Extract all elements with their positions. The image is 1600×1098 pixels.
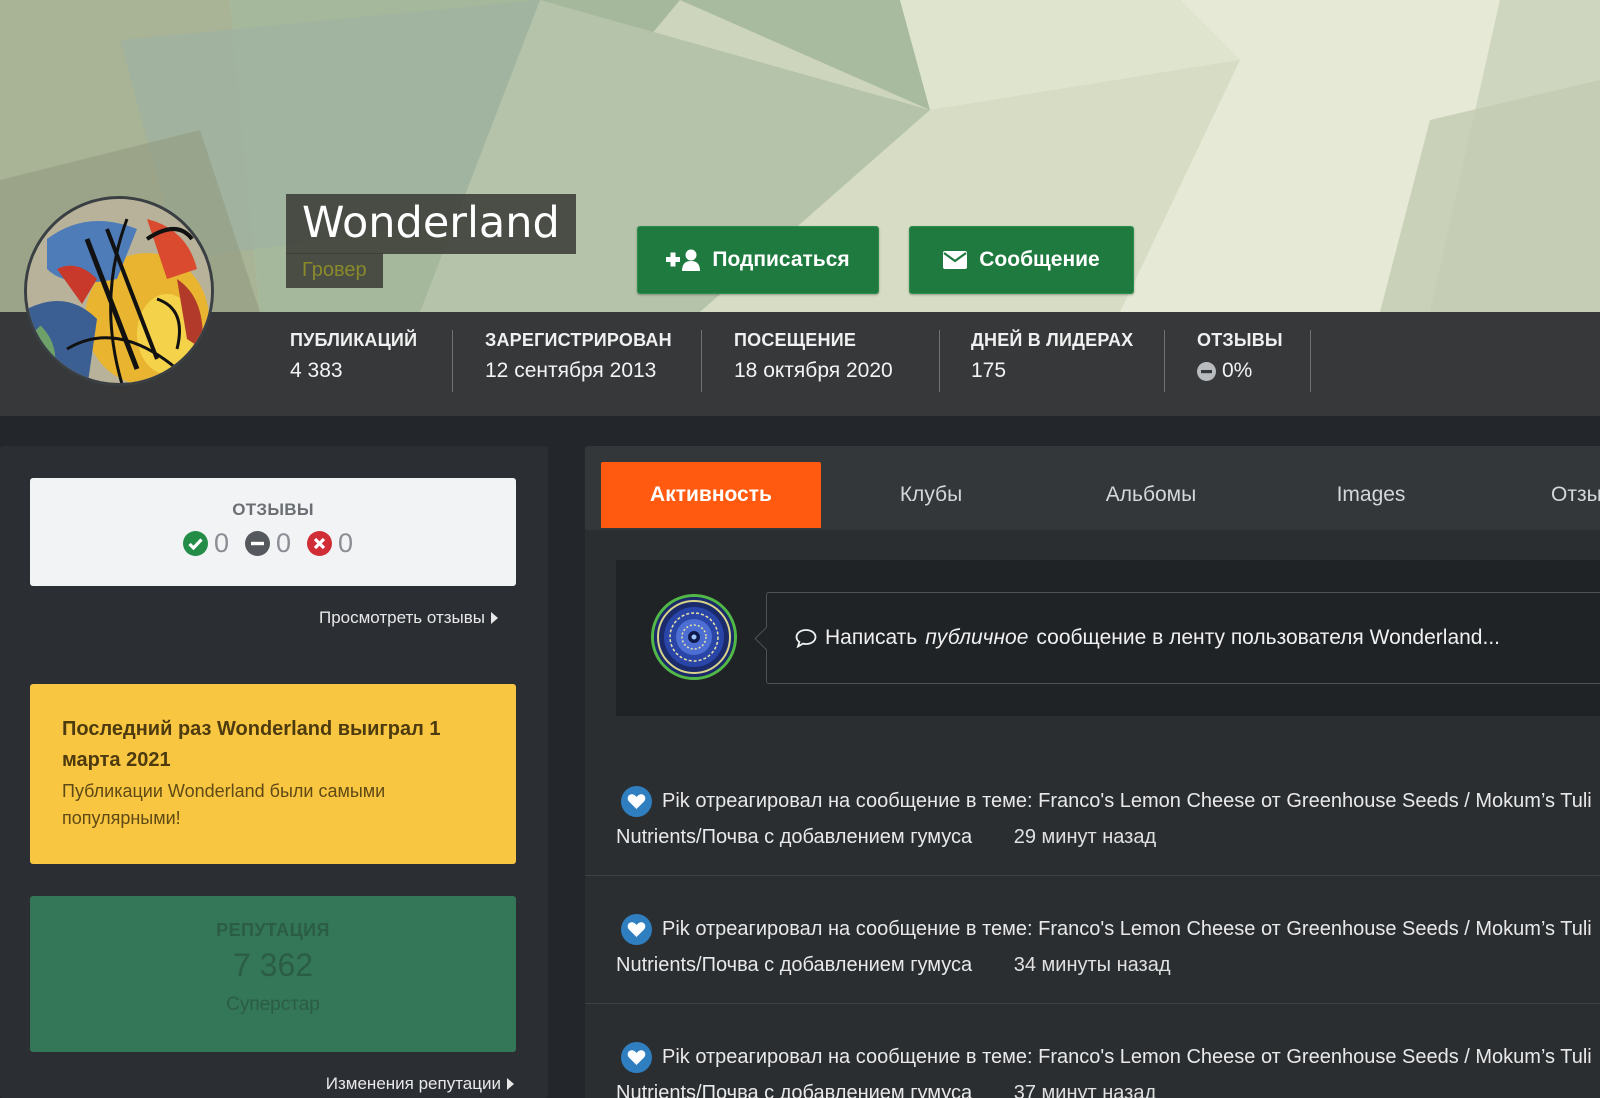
status-input-emphasis: публичное bbox=[925, 626, 1029, 649]
status-composer: Написать публичное сообщение в ленту пол… bbox=[616, 560, 1600, 716]
heart-icon bbox=[621, 1042, 652, 1073]
heart-icon bbox=[621, 786, 652, 817]
stat-feedback-label: ОТЗЫВЫ bbox=[1197, 330, 1283, 350]
stat-divider bbox=[701, 330, 702, 392]
feedback-title: ОТЗЫВЫ bbox=[232, 500, 314, 519]
feedback-counts: 0 0 0 bbox=[30, 528, 516, 559]
message-button[interactable]: Сообщение bbox=[909, 226, 1134, 294]
stat-posts-value: 4 383 bbox=[290, 359, 343, 382]
feedback-positive-count: 0 bbox=[213, 528, 229, 558]
stat-leader-days-value: 175 bbox=[971, 359, 1007, 382]
stat-last-visit-label: ПОСЕЩЕНИЕ bbox=[734, 330, 857, 350]
activity-text[interactable]: Pik отреагировал на сообщение в теме: Fr… bbox=[662, 1046, 1592, 1069]
reputation-card: РЕПУТАЦИЯ 7 362 Суперстар bbox=[30, 896, 516, 1052]
profile-tabs: Активность Клубы Альбомы Images Отзы bbox=[585, 446, 1600, 530]
follow-button-label: Подписаться bbox=[712, 248, 850, 271]
status-input-suffix: сообщение в ленту пользователя Wonderlan… bbox=[1036, 626, 1500, 649]
minus-circle-icon bbox=[244, 531, 270, 556]
profile-avatar[interactable] bbox=[24, 196, 214, 386]
check-circle-icon bbox=[182, 531, 208, 556]
stat-posts: ПУБЛИКАЦИЙ 4 383 bbox=[290, 330, 417, 394]
stat-feedback-value: 0% bbox=[1222, 359, 1253, 382]
stat-divider bbox=[939, 330, 940, 392]
profile-stats-bar: ПУБЛИКАЦИЙ 4 383 ЗАРЕГИСТРИРОВАН 12 сент… bbox=[0, 312, 1600, 416]
activity-time: 34 минуты назад bbox=[1013, 954, 1171, 976]
reputation-value: 7 362 bbox=[232, 947, 314, 983]
tab-clubs[interactable]: Клубы bbox=[821, 462, 1041, 528]
user-plus-icon bbox=[666, 249, 701, 271]
profile-rank-box: Гровер bbox=[286, 253, 383, 288]
heart-icon bbox=[621, 914, 652, 945]
viewer-avatar[interactable] bbox=[651, 594, 737, 680]
activity-topic-continued[interactable]: Nutrients/Почва с добавлением гумуса bbox=[616, 826, 972, 848]
reputation-rank: Суперстар bbox=[226, 994, 320, 1015]
stat-feedback: ОТЗЫВЫ 0% bbox=[1197, 330, 1283, 394]
profile-content: Активность Клубы Альбомы Images Отзы Нап… bbox=[585, 446, 1600, 1098]
view-feedback-link[interactable]: Просмотреть отзывы bbox=[319, 608, 498, 628]
stat-registered-label: ЗАРЕГИСТРИРОВАН bbox=[485, 330, 672, 350]
activity-line-2: Nutrients/Почва с добавлением гумуса 37 … bbox=[616, 1082, 1156, 1098]
tab-activity[interactable]: Активность bbox=[601, 462, 821, 528]
activity-topic-continued[interactable]: Nutrients/Почва с добавлением гумуса bbox=[616, 1082, 972, 1098]
tab-feedback[interactable]: Отзы bbox=[1481, 462, 1600, 528]
stat-registered: ЗАРЕГИСТРИРОВАН 12 сентября 2013 bbox=[485, 330, 672, 394]
caret-right-icon bbox=[507, 1078, 514, 1090]
envelope-icon bbox=[943, 251, 968, 269]
activity-item: Pik отреагировал на сообщение в теме: Fr… bbox=[585, 876, 1600, 1004]
activity-line: Pik отреагировал на сообщение в теме: Fr… bbox=[621, 914, 1592, 945]
follow-button[interactable]: Подписаться bbox=[637, 226, 879, 294]
view-feedback-link-label: Просмотреть отзывы bbox=[318, 608, 485, 627]
profile-name-box: Wonderland bbox=[286, 194, 576, 254]
leader-winner-card: Последний раз Wonderland выиграл 1 марта… bbox=[30, 684, 516, 864]
reputation-changes-link-label: Изменения репутации bbox=[325, 1074, 501, 1093]
caret-right-icon bbox=[491, 612, 498, 624]
stat-divider bbox=[1164, 330, 1165, 392]
stat-leader-days-label: ДНЕЙ В ЛИДЕРАХ bbox=[971, 330, 1134, 350]
feedback-negative-count: 0 bbox=[338, 528, 354, 558]
status-input[interactable]: Написать публичное сообщение в ленту пол… bbox=[766, 592, 1600, 684]
activity-time: 29 минут назад bbox=[1013, 826, 1157, 848]
status-input-prefix: Написать bbox=[825, 626, 918, 649]
tab-albums[interactable]: Альбомы bbox=[1041, 462, 1261, 528]
reputation-changes-link[interactable]: Изменения репутации bbox=[326, 1074, 514, 1094]
stat-posts-label: ПУБЛИКАЦИЙ bbox=[290, 330, 418, 350]
profile-rank: Гровер bbox=[302, 259, 367, 281]
activity-topic-continued[interactable]: Nutrients/Почва с добавлением гумуса bbox=[616, 954, 972, 976]
sidebar: ОТЗЫВЫ 0 0 0 Просмотреть отзывы Последни… bbox=[0, 446, 548, 1098]
activity-line-2: Nutrients/Почва с добавлением гумуса 34 … bbox=[616, 954, 1171, 977]
activity-text[interactable]: Pik отреагировал на сообщение в теме: Fr… bbox=[662, 790, 1592, 813]
activity-line-2: Nutrients/Почва с добавлением гумуса 29 … bbox=[616, 826, 1156, 849]
activity-line: Pik отреагировал на сообщение в теме: Fr… bbox=[621, 786, 1592, 817]
stat-divider bbox=[452, 330, 453, 392]
activity-item: Pik отреагировал на сообщение в теме: Fr… bbox=[585, 748, 1600, 876]
stat-last-visit: ПОСЕЩЕНИЕ 18 октября 2020 bbox=[734, 330, 893, 394]
stat-divider bbox=[1310, 330, 1311, 392]
stat-registered-value: 12 сентября 2013 bbox=[485, 359, 657, 382]
tab-images[interactable]: Images bbox=[1261, 462, 1481, 528]
message-button-label: Сообщение bbox=[979, 248, 1100, 271]
profile-name-block: Wonderland Гровер bbox=[286, 194, 576, 288]
mandala-avatar-image bbox=[654, 597, 734, 677]
x-circle-icon bbox=[307, 531, 333, 556]
activity-text[interactable]: Pik отреагировал на сообщение в теме: Fr… bbox=[662, 918, 1592, 941]
activity-line: Pik отреагировал на сообщение в теме: Fr… bbox=[621, 1042, 1592, 1073]
activity-time: 37 минут назад bbox=[1013, 1082, 1157, 1098]
reputation-title: РЕПУТАЦИЯ bbox=[216, 920, 330, 940]
winner-text: Публикации Wonderland были самыми популя… bbox=[62, 781, 386, 828]
profile-name: Wonderland bbox=[302, 198, 560, 248]
stat-feedback-value-row: 0% bbox=[1197, 359, 1283, 383]
feedback-card: ОТЗЫВЫ 0 0 0 bbox=[30, 478, 516, 586]
winner-title: Последний раз Wonderland выиграл 1 марта… bbox=[62, 718, 441, 771]
stat-last-visit-value: 18 октября 2020 bbox=[734, 359, 893, 382]
feedback-neutral-count: 0 bbox=[275, 528, 292, 558]
activity-item: Pik отреагировал на сообщение в теме: Fr… bbox=[585, 1004, 1600, 1098]
stat-leader-days: ДНЕЙ В ЛИДЕРАХ 175 bbox=[971, 330, 1133, 394]
avatar-painting-image bbox=[27, 199, 211, 383]
speech-bubble-icon bbox=[795, 629, 817, 648]
minus-circle-icon bbox=[1197, 361, 1216, 381]
